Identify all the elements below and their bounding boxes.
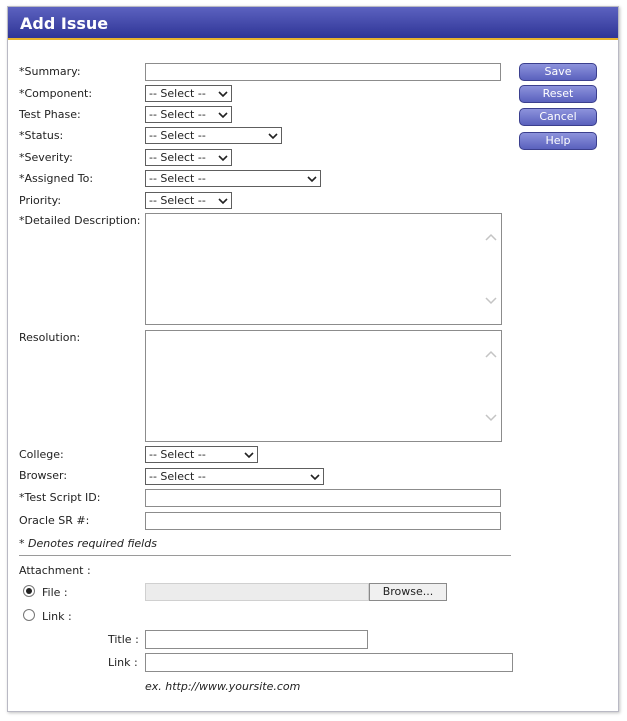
assigned-to-label: *Assigned To: bbox=[19, 172, 94, 185]
link-example-text: ex. http://www.yoursite.com bbox=[145, 680, 301, 693]
scroll-down-icon[interactable] bbox=[485, 414, 497, 422]
scroll-up-icon[interactable] bbox=[485, 350, 497, 358]
chevron-down-icon bbox=[307, 176, 317, 183]
browser-label: Browser: bbox=[19, 469, 68, 482]
attachment-title-input[interactable] bbox=[145, 630, 368, 649]
required-fields-note: * Denotes required fields bbox=[19, 537, 157, 550]
college-select[interactable]: -- Select -- bbox=[145, 446, 258, 463]
chevron-down-icon bbox=[218, 91, 228, 98]
browser-select[interactable]: -- Select -- bbox=[145, 468, 324, 485]
section-divider bbox=[19, 555, 511, 556]
summary-label: *Summary: bbox=[19, 65, 81, 78]
priority-label: Priority: bbox=[19, 194, 62, 207]
assigned-to-value: -- Select -- bbox=[149, 172, 206, 185]
component-label: *Component: bbox=[19, 87, 93, 100]
link-label: Link : bbox=[108, 656, 138, 669]
cancel-button[interactable]: Cancel bbox=[519, 108, 597, 126]
detailed-description-label: *Detailed Description: bbox=[19, 214, 141, 227]
radio-empty-icon[interactable] bbox=[23, 609, 35, 621]
chevron-down-icon bbox=[310, 474, 320, 481]
file-option-label: File : bbox=[42, 586, 68, 599]
detailed-description-textarea[interactable] bbox=[145, 213, 502, 325]
resolution-textarea[interactable] bbox=[145, 330, 502, 442]
scroll-down-icon[interactable] bbox=[485, 297, 497, 305]
test-phase-select[interactable]: -- Select -- bbox=[145, 106, 232, 123]
attachment-heading: Attachment : bbox=[19, 564, 91, 577]
chevron-down-icon bbox=[218, 112, 228, 119]
severity-value: -- Select -- bbox=[149, 151, 206, 164]
priority-select[interactable]: -- Select -- bbox=[145, 192, 232, 209]
chevron-down-icon bbox=[244, 452, 254, 459]
browse-button[interactable]: Browse... bbox=[369, 583, 447, 601]
college-value: -- Select -- bbox=[149, 448, 206, 461]
status-label: *Status: bbox=[19, 129, 64, 142]
assigned-to-select[interactable]: -- Select -- bbox=[145, 170, 321, 187]
status-select[interactable]: -- Select -- bbox=[145, 127, 282, 144]
resolution-label: Resolution: bbox=[19, 331, 81, 344]
attachment-link-input[interactable] bbox=[145, 653, 513, 672]
status-value: -- Select -- bbox=[149, 129, 206, 142]
severity-label: *Severity: bbox=[19, 151, 73, 164]
component-select[interactable]: -- Select -- bbox=[145, 85, 232, 102]
file-path-field[interactable] bbox=[145, 583, 369, 601]
oracle-sr-label: Oracle SR #: bbox=[19, 514, 90, 527]
radio-selected-icon[interactable] bbox=[23, 585, 35, 597]
chevron-down-icon bbox=[218, 198, 228, 205]
oracle-sr-input[interactable] bbox=[145, 512, 501, 530]
chevron-down-icon bbox=[218, 155, 228, 162]
scroll-up-icon[interactable] bbox=[485, 233, 497, 241]
radio-dot bbox=[26, 588, 32, 594]
save-button[interactable]: Save bbox=[519, 63, 597, 81]
browser-value: -- Select -- bbox=[149, 470, 206, 483]
college-label: College: bbox=[19, 448, 64, 461]
add-issue-dialog: Add Issue Save Reset Cancel Help *Summar… bbox=[7, 6, 619, 712]
dialog-title: Add Issue bbox=[20, 14, 109, 33]
component-value: -- Select -- bbox=[149, 87, 206, 100]
help-button[interactable]: Help bbox=[519, 132, 597, 150]
test-script-id-label: *Test Script ID: bbox=[19, 491, 101, 504]
priority-value: -- Select -- bbox=[149, 194, 206, 207]
link-option-label: Link : bbox=[42, 610, 72, 623]
test-phase-label: Test Phase: bbox=[19, 108, 81, 121]
severity-select[interactable]: -- Select -- bbox=[145, 149, 232, 166]
chevron-down-icon bbox=[268, 133, 278, 140]
reset-button[interactable]: Reset bbox=[519, 85, 597, 103]
test-phase-value: -- Select -- bbox=[149, 108, 206, 121]
title-label: Title : bbox=[108, 633, 139, 646]
test-script-id-input[interactable] bbox=[145, 489, 501, 507]
summary-input[interactable] bbox=[145, 63, 501, 81]
dialog-titlebar: Add Issue bbox=[8, 7, 618, 40]
